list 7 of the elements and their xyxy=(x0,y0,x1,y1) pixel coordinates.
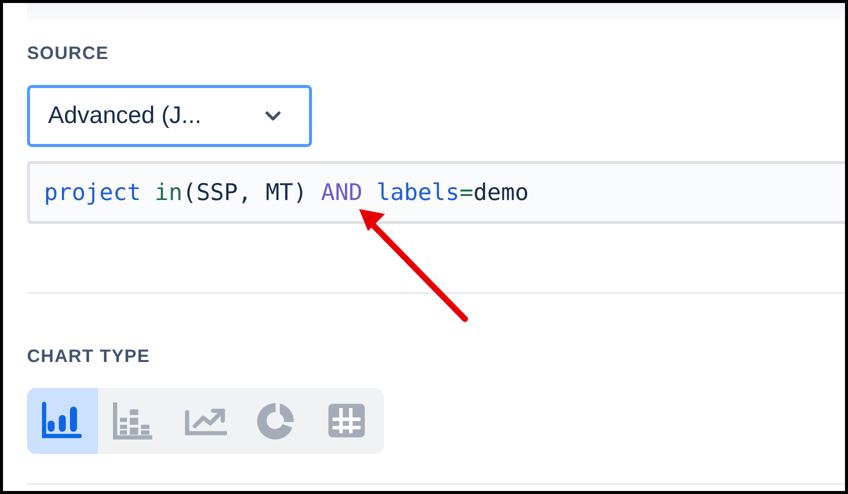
bar-chart-icon xyxy=(42,401,84,441)
chart-type-tab[interactable] xyxy=(27,388,98,454)
section-label: CHART TYPE xyxy=(27,346,150,367)
source-dropdown[interactable]: Advanced (J... xyxy=(27,85,312,147)
query-field[interactable]: project in(SSP, MT) AND labels=demo xyxy=(27,161,845,224)
chevron-down-icon xyxy=(265,111,281,121)
section-label: SOURCE xyxy=(27,43,109,64)
